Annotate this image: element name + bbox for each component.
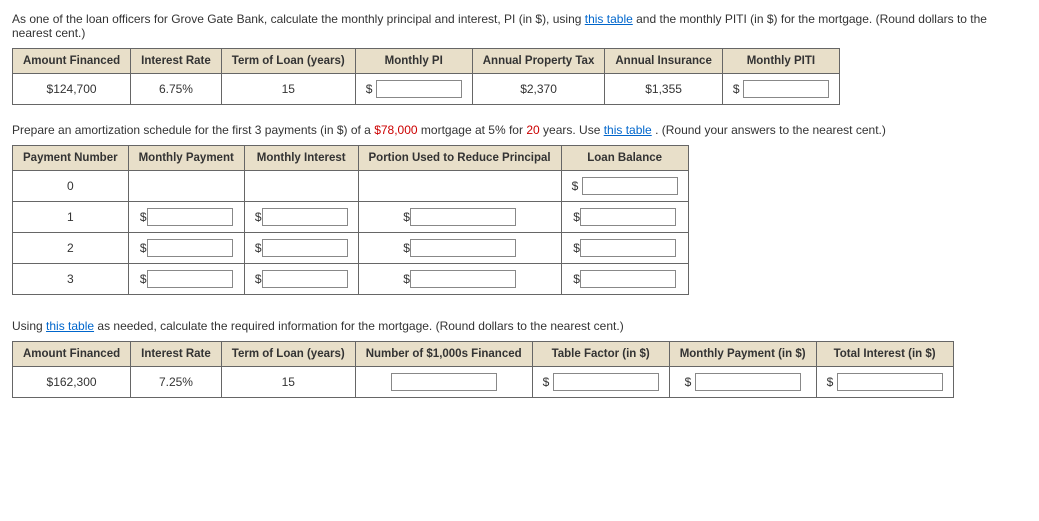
t2-h-pay: Monthly Payment <box>128 146 244 171</box>
problem2-intro: Prepare an amortization schedule for the… <box>12 123 1027 137</box>
amortization-table: Payment Number Monthly Payment Monthly I… <box>12 145 689 295</box>
t3-h-num: Number of $1,000s Financed <box>355 342 532 367</box>
t2-prin3-input[interactable] <box>410 270 516 288</box>
t2-bal2-input[interactable] <box>580 239 676 257</box>
t1-tax: $2,370 <box>472 74 605 105</box>
t2-num-3: 3 <box>13 264 129 295</box>
t2-h-bal: Loan Balance <box>561 146 688 171</box>
t1-piti-input[interactable] <box>743 80 829 98</box>
t3-monthly-cell: $ <box>669 367 816 398</box>
t1-pi-input[interactable] <box>376 80 462 98</box>
p3-a: Using <box>12 319 46 333</box>
table-row: 3 $ $ $ $ <box>13 264 689 295</box>
t3-monthly-input[interactable] <box>695 373 801 391</box>
table-row: 2 $ $ $ $ <box>13 233 689 264</box>
t1-pi-cell: $ <box>355 74 472 105</box>
t1-h-ins: Annual Insurance <box>605 49 723 74</box>
t2-bal1-input[interactable] <box>580 208 676 226</box>
t2-pay3-input[interactable] <box>147 270 233 288</box>
t2-num-1: 1 <box>13 202 129 233</box>
t2-num-2: 2 <box>13 233 129 264</box>
t3-num-cell <box>355 367 532 398</box>
t1-h-term: Term of Loan (years) <box>221 49 355 74</box>
p1-table-link[interactable]: this table <box>585 12 633 26</box>
p2-b: mortgage at 5% for <box>421 123 526 137</box>
p1-text-before: As one of the loan officers for Grove Ga… <box>12 12 585 26</box>
table-row: 0 $ <box>13 171 689 202</box>
p2-d: . (Round your answers to the nearest cen… <box>655 123 886 137</box>
t2-num-0: 0 <box>13 171 129 202</box>
dollar-sign: $ <box>733 82 740 96</box>
p2-amount: $78,000 <box>374 123 417 137</box>
t3-factor-cell: $ <box>532 367 669 398</box>
t1-h-pi: Monthly PI <box>355 49 472 74</box>
t1-h-piti: Monthly PITI <box>722 49 839 74</box>
t3-total-input[interactable] <box>837 373 943 391</box>
t2-prin1-input[interactable] <box>410 208 516 226</box>
p2-c: years. Use <box>543 123 604 137</box>
t2-empty <box>128 171 244 202</box>
t1-term: 15 <box>221 74 355 105</box>
t3-num-input[interactable] <box>391 373 497 391</box>
t2-empty <box>244 171 358 202</box>
p3-table-link[interactable]: this table <box>46 319 94 333</box>
t2-int2-input[interactable] <box>262 239 348 257</box>
p3-b: as needed, calculate the required inform… <box>97 319 623 333</box>
t2-prin2-input[interactable] <box>410 239 516 257</box>
dollar-sign: $ <box>366 82 373 96</box>
t1-h-tax: Annual Property Tax <box>472 49 605 74</box>
problem3-intro: Using this table as needed, calculate th… <box>12 319 1027 333</box>
t1-h-rate: Interest Rate <box>131 49 222 74</box>
mortgage-table-1: Amount Financed Interest Rate Term of Lo… <box>12 48 840 105</box>
t3-total-cell: $ <box>816 367 953 398</box>
t1-amount: $124,700 <box>13 74 131 105</box>
t3-rate: 7.25% <box>131 367 222 398</box>
t2-pay2-input[interactable] <box>147 239 233 257</box>
t1-ins: $1,355 <box>605 74 723 105</box>
t3-h-rate: Interest Rate <box>131 342 222 367</box>
t3-h-term: Term of Loan (years) <box>221 342 355 367</box>
table-row: 1 $ $ $ $ <box>13 202 689 233</box>
t2-h-prin: Portion Used to Reduce Principal <box>358 146 561 171</box>
t1-rate: 6.75% <box>131 74 222 105</box>
p2-a: Prepare an amortization schedule for the… <box>12 123 374 137</box>
t2-bal0-cell: $ <box>561 171 688 202</box>
problem1-intro: As one of the loan officers for Grove Ga… <box>12 12 1027 40</box>
mortgage-table-3: Amount Financed Interest Rate Term of Lo… <box>12 341 954 398</box>
t2-h-int: Monthly Interest <box>244 146 358 171</box>
t2-pay1-input[interactable] <box>147 208 233 226</box>
t3-h-total: Total Interest (in $) <box>816 342 953 367</box>
t1-piti-cell: $ <box>722 74 839 105</box>
p2-table-link[interactable]: this table <box>604 123 652 137</box>
t2-bal3-input[interactable] <box>580 270 676 288</box>
t2-h-num: Payment Number <box>13 146 129 171</box>
t3-amount: $162,300 <box>13 367 131 398</box>
dollar-sign: $ <box>572 179 579 193</box>
t1-h-amount: Amount Financed <box>13 49 131 74</box>
t3-h-amount: Amount Financed <box>13 342 131 367</box>
t3-term: 15 <box>221 367 355 398</box>
t3-h-monthly: Monthly Payment (in $) <box>669 342 816 367</box>
t2-int1-input[interactable] <box>262 208 348 226</box>
t2-empty <box>358 171 561 202</box>
t3-factor-input[interactable] <box>553 373 659 391</box>
t3-h-factor: Table Factor (in $) <box>532 342 669 367</box>
t2-int3-input[interactable] <box>262 270 348 288</box>
p2-years: 20 <box>526 123 539 137</box>
t2-bal0-input[interactable] <box>582 177 678 195</box>
